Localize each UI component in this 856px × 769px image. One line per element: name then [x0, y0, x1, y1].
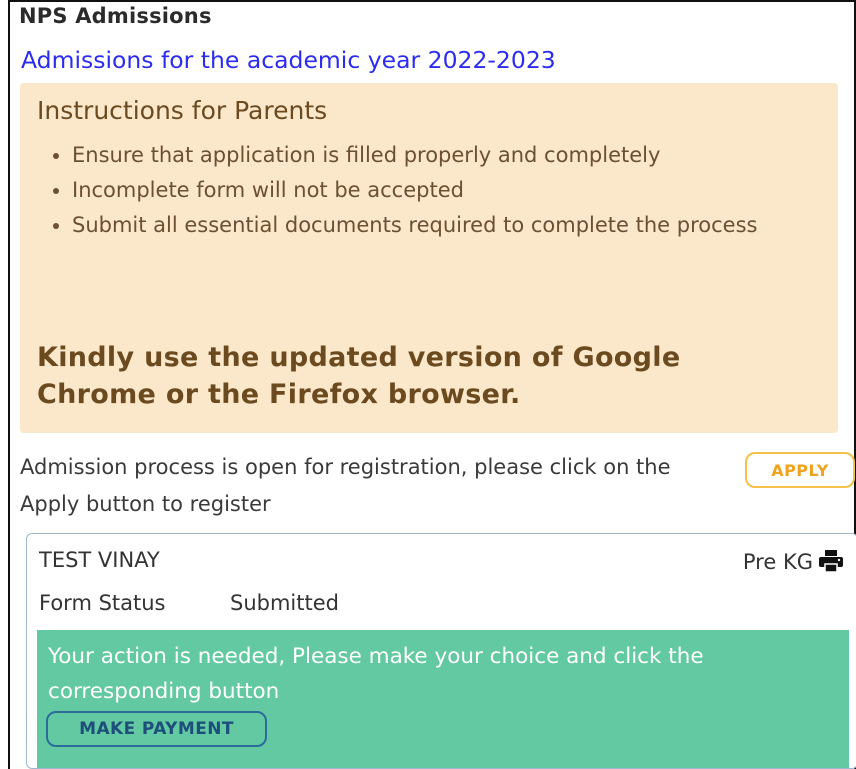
- instruction-item: Incomplete form will not be accepted: [53, 173, 820, 208]
- instruction-item: Submit all essential documents required …: [53, 208, 820, 243]
- registration-message: Admission process is open for registrati…: [20, 455, 671, 516]
- instruction-item: Ensure that application is filled proper…: [53, 138, 820, 173]
- make-payment-button[interactable]: MAKE PAYMENT: [46, 711, 267, 747]
- form-status-label: Form Status: [39, 591, 166, 615]
- instructions-list: Ensure that application is filled proper…: [53, 138, 820, 243]
- academic-year-subtitle: Admissions for the academic year 2022-20…: [21, 46, 556, 74]
- apply-button[interactable]: APPLY: [745, 452, 855, 488]
- browser-notice: Kindly use the updated version of Google…: [37, 342, 681, 410]
- student-name: TEST VINAY: [39, 548, 160, 572]
- action-message: Your action is needed, Please make your …: [48, 644, 704, 704]
- printer-icon[interactable]: [819, 550, 843, 572]
- app-title: NPS Admissions: [19, 4, 212, 28]
- instructions-panel: Instructions for Parents Ensure that app…: [20, 83, 838, 433]
- form-status-value: Submitted: [230, 591, 339, 615]
- instructions-title: Instructions for Parents: [37, 96, 328, 125]
- action-required-panel: Your action is needed, Please make your …: [37, 630, 849, 768]
- class-label: Pre KG: [742, 550, 813, 574]
- application-card: TEST VINAY Pre KG Form Status Submitted …: [26, 533, 856, 769]
